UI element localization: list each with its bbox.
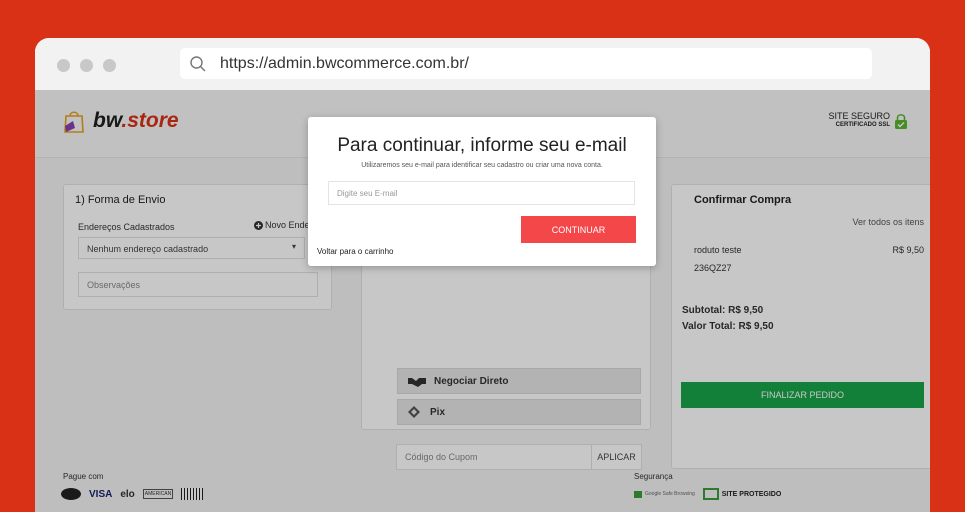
search-icon bbox=[190, 56, 206, 72]
window-dot[interactable] bbox=[103, 59, 116, 72]
url-text: https://admin.bwcommerce.com.br/ bbox=[220, 55, 469, 72]
window-dot[interactable] bbox=[80, 59, 93, 72]
modal-subtitle: Utilizaremos seu e-mail para identificar… bbox=[361, 162, 603, 169]
address-bar[interactable]: https://admin.bwcommerce.com.br/ bbox=[180, 48, 872, 79]
browser-toolbar: https://admin.bwcommerce.com.br/ bbox=[35, 38, 930, 90]
email-input[interactable] bbox=[328, 181, 635, 205]
window-dot[interactable] bbox=[57, 59, 70, 72]
email-modal: Para continuar, informe seu e-mail Utili… bbox=[308, 117, 656, 266]
browser-window: https://admin.bwcommerce.com.br/ bw.stor… bbox=[35, 38, 930, 512]
continue-button[interactable]: CONTINUAR bbox=[521, 216, 636, 243]
back-to-cart-link[interactable]: Voltar para o carrinho bbox=[317, 247, 394, 256]
modal-title: Para continuar, informe seu e-mail bbox=[337, 135, 627, 156]
